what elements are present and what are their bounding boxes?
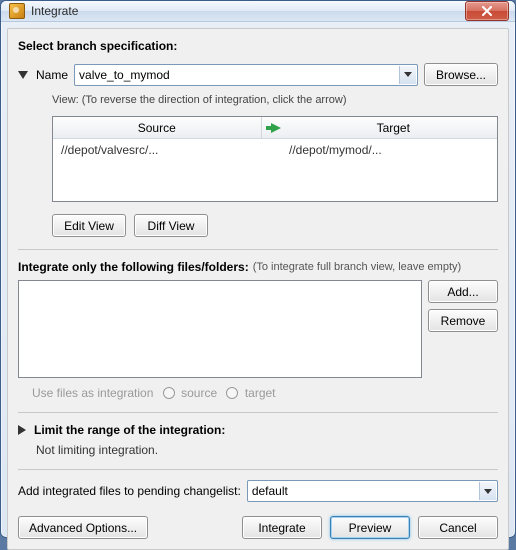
limit-status: Not limiting integration. xyxy=(36,443,498,457)
integrate-button[interactable]: Integrate xyxy=(242,516,322,539)
view-hint: View: (To reverse the direction of integ… xyxy=(52,94,498,106)
direction-arrow[interactable] xyxy=(262,117,290,138)
add-button[interactable]: Add... xyxy=(428,280,498,303)
changelist-value: default xyxy=(252,484,288,498)
dialog-body: Select branch specification: Name valve_… xyxy=(7,28,509,550)
close-icon xyxy=(482,6,492,16)
changelist-combo[interactable]: default xyxy=(247,480,498,502)
files-heading: Integrate only the following files/folde… xyxy=(18,260,249,274)
advanced-options-button[interactable]: Advanced Options... xyxy=(18,516,148,539)
radio-target-label: target xyxy=(245,386,276,400)
integrate-dialog: Integrate Select branch specification: N… xyxy=(0,0,516,538)
titlebar[interactable]: Integrate xyxy=(1,1,515,22)
changelist-label: Add integrated files to pending changeli… xyxy=(18,484,241,498)
files-hint: (To integrate full branch view, leave em… xyxy=(253,261,462,273)
collapse-toggle-branch[interactable] xyxy=(18,71,28,79)
app-icon xyxy=(9,3,25,19)
branch-view-table: Source Target //depot/valvesrc/... //dep… xyxy=(52,116,498,202)
separator xyxy=(18,249,498,250)
branch-spec-heading: Select branch specification: xyxy=(18,39,498,53)
table-row[interactable]: //depot/valvesrc/... //depot/mymod/... xyxy=(53,139,497,201)
radio-source xyxy=(163,387,175,399)
col-target[interactable]: Target xyxy=(290,117,498,138)
arrow-right-icon xyxy=(271,123,281,133)
expand-toggle-limit[interactable] xyxy=(18,425,26,435)
separator xyxy=(18,412,498,413)
row-target: //depot/mymod/... xyxy=(289,143,489,197)
chevron-down-icon[interactable] xyxy=(479,482,496,500)
radio-target xyxy=(226,387,238,399)
row-source: //depot/valvesrc/... xyxy=(61,143,261,197)
branch-name-combo[interactable]: valve_to_mymod xyxy=(74,64,418,86)
use-files-radio-group: Use files as integration source target xyxy=(32,386,498,400)
table-header: Source Target xyxy=(53,117,497,139)
use-files-label: Use files as integration xyxy=(32,386,153,400)
col-source[interactable]: Source xyxy=(53,117,262,138)
separator xyxy=(18,469,498,470)
radio-source-label: source xyxy=(181,386,217,400)
files-listbox[interactable] xyxy=(18,280,422,378)
edit-view-button[interactable]: Edit View xyxy=(52,214,126,237)
branch-name-value: valve_to_mymod xyxy=(79,68,170,82)
diff-view-button[interactable]: Diff View xyxy=(134,214,208,237)
limit-heading: Limit the range of the integration: xyxy=(34,423,225,437)
chevron-down-icon[interactable] xyxy=(399,66,416,84)
close-button[interactable] xyxy=(465,1,509,21)
browse-button[interactable]: Browse... xyxy=(424,63,498,86)
remove-button[interactable]: Remove xyxy=(428,309,498,332)
name-label: Name xyxy=(36,68,68,82)
cancel-button[interactable]: Cancel xyxy=(418,516,498,539)
preview-button[interactable]: Preview xyxy=(330,516,410,539)
window-title: Integrate xyxy=(31,4,465,18)
